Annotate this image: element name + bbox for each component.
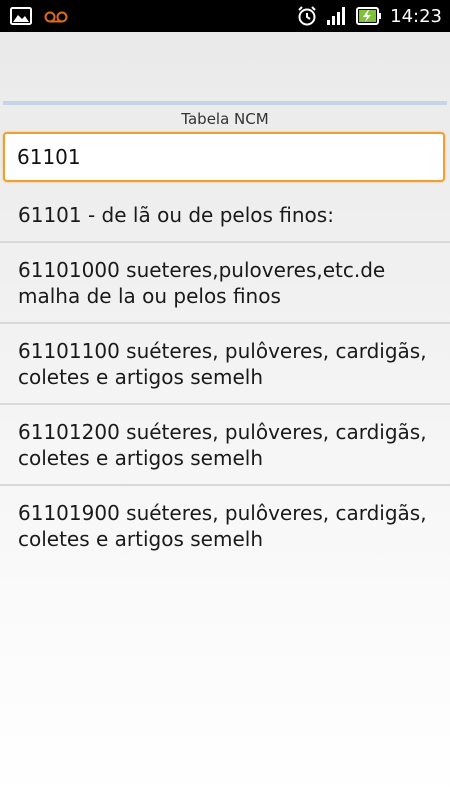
header-divider (3, 101, 447, 105)
list-item-text: 61101900 suéteres, pulôveres, cardigãs, … (18, 501, 427, 551)
list-item[interactable]: 61101900 suéteres, pulôveres, cardigãs, … (0, 486, 450, 565)
action-bar-area (0, 32, 450, 102)
signal-icon (326, 6, 348, 26)
list-item-text: 61101200 suéteres, pulôveres, cardigãs, … (18, 420, 427, 470)
search-field-container[interactable] (3, 132, 445, 182)
list-item[interactable]: 61101000 sueteres,puloveres,etc.de malha… (0, 243, 450, 324)
alarm-icon (296, 5, 318, 27)
status-time: 14:23 (390, 5, 442, 27)
list-item[interactable]: 61101200 suéteres, pulôveres, cardigãs, … (0, 405, 450, 486)
list-item-text: 61101000 sueteres,puloveres,etc.de malha… (18, 258, 386, 308)
status-bar: 14:23 (0, 0, 450, 32)
gallery-icon (10, 7, 32, 25)
page-title: Tabela NCM (181, 110, 269, 128)
list-item[interactable]: 61101100 suéteres, pulôveres, cardigãs, … (0, 324, 450, 405)
voicemail-icon (44, 8, 68, 24)
list-item[interactable]: 61101 - de lã ou de pelos finos: (0, 190, 450, 243)
list-item-text: 61101100 suéteres, pulôveres, cardigãs, … (18, 339, 427, 389)
search-input[interactable] (5, 134, 443, 180)
battery-charging-icon (356, 6, 382, 26)
results-list: 61101 - de lã ou de pelos finos: 6110100… (0, 190, 450, 565)
list-item-text: 61101 - de lã ou de pelos finos: (18, 203, 334, 227)
